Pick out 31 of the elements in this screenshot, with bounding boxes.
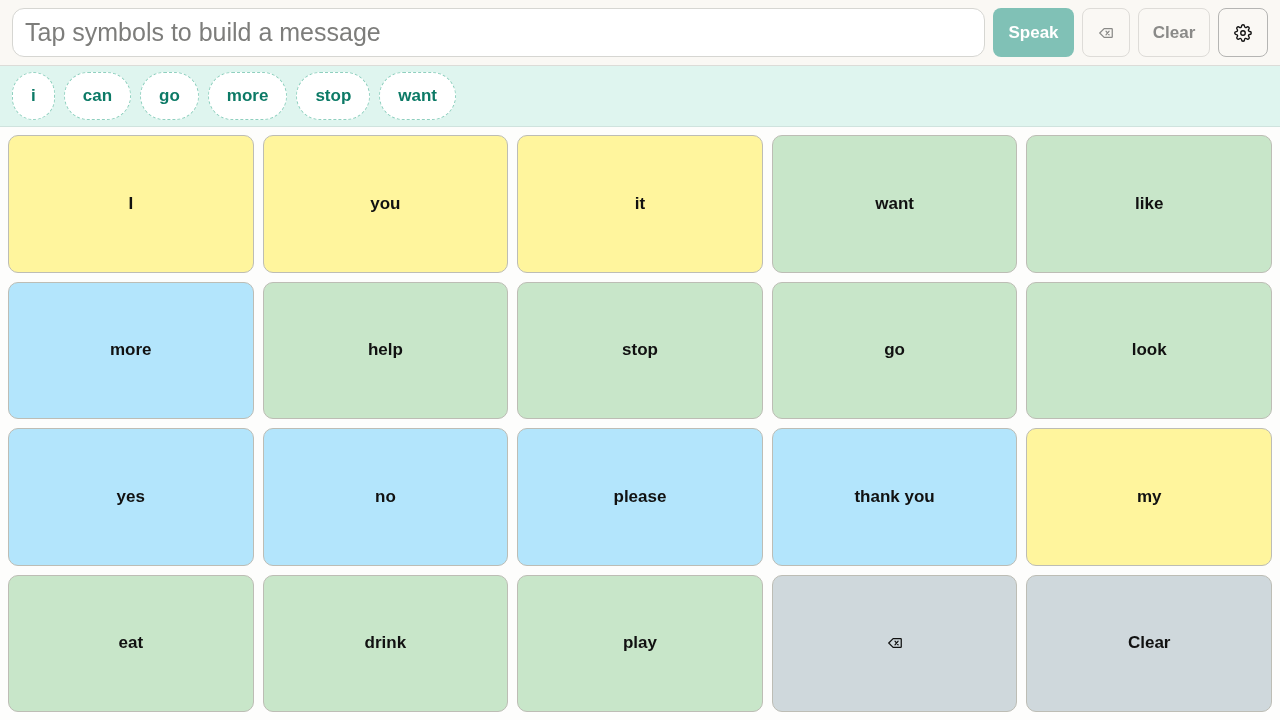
word-tile[interactable]: look	[1026, 281, 1272, 419]
suggestion-chip[interactable]: can	[63, 72, 132, 120]
suggestion-chip[interactable]: stop	[296, 72, 371, 120]
backspace-tile[interactable]	[771, 574, 1018, 712]
word-tile[interactable]: eat	[8, 574, 254, 712]
word-tile[interactable]: help	[262, 281, 509, 419]
word-tile[interactable]: play	[517, 574, 763, 712]
suggestion-chip[interactable]: go	[140, 72, 199, 120]
backspace-icon	[887, 638, 902, 649]
word-tile[interactable]: go	[771, 281, 1018, 419]
backspace-icon	[1099, 27, 1113, 38]
word-tile[interactable]: it	[517, 135, 763, 273]
word-tile[interactable]: you	[262, 135, 509, 273]
word-tile[interactable]: stop	[517, 281, 763, 419]
word-tile[interactable]: like	[1026, 135, 1272, 273]
word-tile[interactable]: my	[1026, 428, 1272, 566]
word-tile[interactable]: yes	[8, 428, 254, 566]
word-tile[interactable]: I	[8, 135, 254, 273]
settings-button[interactable]	[1218, 8, 1268, 57]
word-tile[interactable]: please	[517, 428, 763, 566]
word-tile[interactable]: drink	[262, 574, 509, 712]
word-tile[interactable]: no	[262, 428, 509, 566]
suggestion-chip[interactable]: want	[379, 72, 456, 120]
word-tile[interactable]: Clear	[1026, 574, 1272, 712]
suggestion-chip[interactable]: more	[207, 72, 288, 120]
message-input[interactable]: Tap symbols to build a message	[12, 8, 985, 57]
settings-icon	[1234, 23, 1252, 42]
word-tile[interactable]: thank you	[771, 428, 1018, 566]
word-tile[interactable]: more	[8, 281, 254, 419]
suggestion-chip[interactable]: i	[12, 72, 55, 120]
word-tile[interactable]: want	[771, 135, 1018, 273]
